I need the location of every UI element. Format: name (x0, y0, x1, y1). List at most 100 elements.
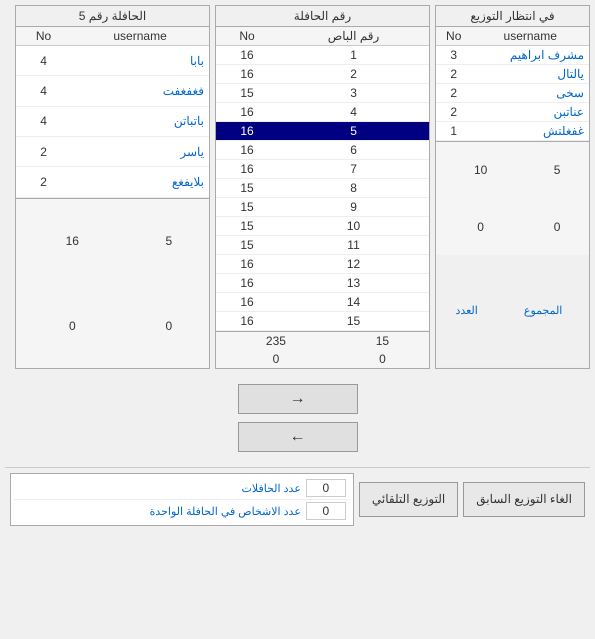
list-item[interactable]: 1216 (216, 255, 429, 274)
list-item[interactable]: 116 (216, 46, 429, 65)
main-container: في انتظار التوزيع username No مشرف ابراه… (0, 0, 595, 536)
list-item[interactable]: بابا4 (16, 46, 209, 76)
bus-num: 3 (278, 84, 429, 103)
list-item[interactable]: 1516 (216, 312, 429, 331)
bus-footer: 15 235 0 0 (216, 331, 429, 368)
bus-num: 8 (278, 179, 429, 198)
bus5-col-username: username (71, 27, 209, 46)
list-item[interactable]: 315 (216, 84, 429, 103)
bus-footer1-c2: 235 (216, 332, 336, 351)
waiting-labels: المجموع العدد (436, 255, 589, 369)
auto-distribute-button[interactable]: التوزيع التلقائي (359, 482, 458, 517)
bus5-col-no: No (16, 27, 71, 46)
bus-col-num: رقم الباص (278, 27, 429, 46)
top-section: في انتظار التوزيع username No مشرف ابراه… (5, 5, 590, 369)
bus5-footer1-c2: 16 (16, 198, 129, 284)
list-item[interactable]: يالتال2 (436, 65, 589, 84)
bus-footer2-c2: 0 (216, 350, 336, 368)
list-item[interactable]: 915 (216, 198, 429, 217)
list-item[interactable]: 1416 (216, 293, 429, 312)
list-item[interactable]: 1015 (216, 217, 429, 236)
waiting-no: 3 (436, 46, 471, 65)
bus-no: 16 (216, 141, 278, 160)
bus-num: 6 (278, 141, 429, 160)
bus-count-value: 0 (306, 479, 346, 497)
list-item[interactable]: 716 (216, 160, 429, 179)
waiting-name: عناتبن (471, 103, 589, 122)
bus-no: 16 (216, 160, 278, 179)
bus-num: 13 (278, 274, 429, 293)
persons-per-bus-row: 0 عدد الاشخاص في الحافلة الواحدة (14, 500, 350, 522)
waiting-label2: العدد (436, 255, 497, 368)
bus5-name: باتباتن (71, 106, 209, 136)
bus-num: 15 (278, 312, 429, 331)
arrow-buttons-section: → ← (5, 384, 590, 452)
list-item[interactable]: 1316 (216, 274, 429, 293)
list-item[interactable]: باتباتن4 (16, 106, 209, 136)
bus-count-label: عدد الحافلات (18, 482, 306, 495)
bus-num: 9 (278, 198, 429, 217)
list-item[interactable]: غفغلتش1 (436, 122, 589, 141)
waiting-name: يالتال (471, 65, 589, 84)
list-item[interactable]: عناتبن2 (436, 103, 589, 122)
bus5-no: 2 (16, 136, 71, 166)
bus-no: 15 (216, 217, 278, 236)
bus-no: 16 (216, 103, 278, 122)
waiting-no: 1 (436, 122, 471, 141)
waiting-panel-title: في انتظار التوزيع (436, 6, 589, 27)
bus5-name: بابا (71, 46, 209, 76)
list-item[interactable]: مشرف ابراهيم3 (436, 46, 589, 65)
bus-no: 16 (216, 312, 278, 331)
waiting-col-username: username (471, 27, 589, 46)
persons-per-bus-value: 0 (306, 502, 346, 520)
bus5-no: 4 (16, 46, 71, 76)
waiting-no: 2 (436, 103, 471, 122)
list-item[interactable]: 815 (216, 179, 429, 198)
bus5-no: 4 (16, 76, 71, 106)
list-item[interactable]: سخى2 (436, 84, 589, 103)
waiting-no: 2 (436, 84, 471, 103)
bus-count-row: 0 عدد الحافلات (14, 477, 350, 500)
bus5-name: ياسر (71, 136, 209, 166)
bus-no: 16 (216, 46, 278, 65)
bus-num: 7 (278, 160, 429, 179)
list-item[interactable]: فغفغفت4 (16, 76, 209, 106)
bus-num: 5 (278, 122, 429, 141)
list-item[interactable]: 416 (216, 103, 429, 122)
bus5-name: بلايفغع (71, 167, 209, 197)
bus-no: 15 (216, 179, 278, 198)
list-item[interactable]: 516 (216, 122, 429, 141)
waiting-no: 2 (436, 65, 471, 84)
bus-footer1-c1: 15 (336, 332, 429, 351)
bus-num: 2 (278, 65, 429, 84)
bus-num: 12 (278, 255, 429, 274)
list-item[interactable]: 616 (216, 141, 429, 160)
waiting-footer1-c1: 5 (525, 142, 589, 199)
bus-col-no: No (216, 27, 278, 46)
forward-button[interactable]: → (238, 384, 358, 414)
bus-no: 16 (216, 293, 278, 312)
bus5-panel: الحافلة رقم 5 username No بابا4فغفغفت4با… (15, 5, 210, 369)
bus-number-panel-title: رقم الحافلة (216, 6, 429, 27)
bus5-no: 4 (16, 106, 71, 136)
list-item[interactable]: ياسر2 (16, 136, 209, 166)
bus-no: 15 (216, 236, 278, 255)
bus-no: 16 (216, 274, 278, 293)
bottom-section: الغاء التوزيع السابق التوزيع التلقائي 0 … (5, 467, 590, 531)
waiting-table: username No مشرف ابراهيم3يالتال2سخى2عنات… (436, 27, 589, 141)
bus-num: 4 (278, 103, 429, 122)
bus-number-panel: رقم الحافلة رقم الباص No 116216315416516… (215, 5, 430, 369)
bus-number-table: رقم الباص No 116216315416516616716815915… (216, 27, 429, 331)
list-item[interactable]: بلايفغع2 (16, 167, 209, 197)
bus5-footer2-c2: 0 (16, 284, 129, 368)
list-item[interactable]: 216 (216, 65, 429, 84)
bus-num: 10 (278, 217, 429, 236)
back-button[interactable]: ← (238, 422, 358, 452)
bus5-panel-title: الحافلة رقم 5 (16, 6, 209, 27)
list-item[interactable]: 1115 (216, 236, 429, 255)
bus-no: 16 (216, 122, 278, 141)
bus5-footer2-c1: 0 (129, 284, 209, 368)
info-box: 0 عدد الحافلات 0 عدد الاشخاص في الحافلة … (10, 473, 354, 526)
persons-per-bus-label: عدد الاشخاص في الحافلة الواحدة (18, 505, 306, 518)
cancel-prev-button[interactable]: الغاء التوزيع السابق (463, 482, 585, 517)
